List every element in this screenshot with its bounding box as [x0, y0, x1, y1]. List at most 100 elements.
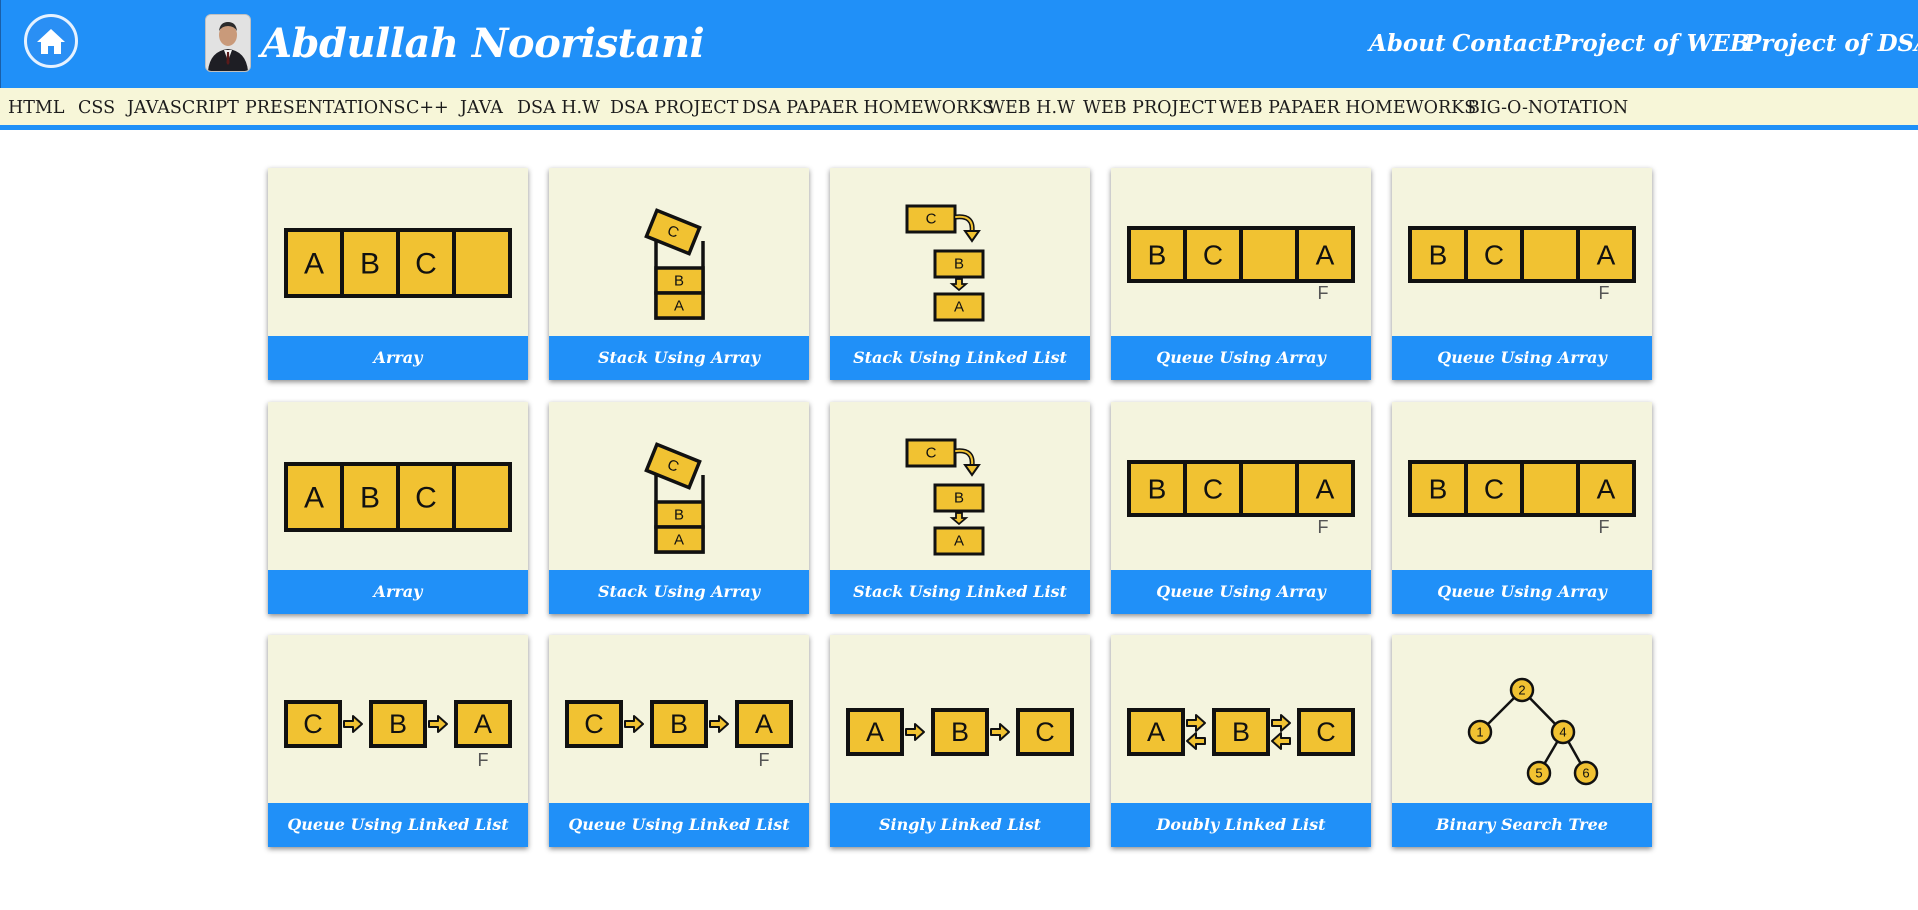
queue-cell-label: A [1597, 240, 1616, 271]
card-queue-using-array[interactable]: B C AF Queue Using Array [1111, 402, 1371, 614]
push-node-label: C [926, 211, 937, 228]
queue-cell [1239, 460, 1299, 517]
doubly-linked-diagram: A B C [1127, 708, 1355, 756]
list-node-label: B [1232, 717, 1250, 747]
subnav-web-hw[interactable]: WEB H.W [987, 98, 1075, 118]
array-cell-label: C [415, 248, 437, 281]
card-queue-using-array[interactable]: B C AF Queue Using Array [1111, 168, 1371, 380]
queue-array-diagram: B C AF [1127, 460, 1355, 537]
stack-cell-label: A [674, 298, 684, 315]
stack-linked-diagram: C B A [905, 204, 985, 322]
card-queue-using-array[interactable]: B C AF Queue Using Array [1392, 168, 1652, 380]
queue-cell-label: B [1148, 240, 1167, 271]
list-node-label: B [951, 717, 969, 747]
author-name[interactable]: Abdullah Nooristani [261, 16, 705, 72]
subnav-big-o-notation[interactable]: BIG-O-NOTATION [1467, 98, 1628, 118]
prev-arrow [1186, 732, 1206, 750]
array-cell-label: A [304, 482, 324, 515]
card-title: Stack Using Array [549, 570, 809, 614]
subnav-dsa-hw[interactable]: DSA H.W [517, 98, 600, 118]
subnav-dsa-paper-homeworks[interactable]: DSA PAPAER HOMEWORKS [742, 98, 994, 118]
subnav-web-project[interactable]: WEB PROJECT [1083, 98, 1216, 118]
stack-cell-label: B [674, 507, 684, 524]
link-arrow [343, 715, 363, 733]
stack-linked-diagram: C B A [905, 438, 985, 556]
queue-cell-label: C [1484, 240, 1504, 271]
array-cell-label: A [304, 248, 324, 281]
queue-cell-label: B [1429, 240, 1448, 271]
link-arrow [428, 715, 448, 733]
queue-array-diagram: B C AF [1408, 226, 1636, 303]
array-cell-label: C [415, 482, 437, 515]
front-marker: F [1599, 283, 1610, 303]
tree-node-label: 5 [1535, 766, 1542, 781]
card-queue-using-array[interactable]: B C AF Queue Using Array [1392, 402, 1652, 614]
card-queue-using-linked-list[interactable]: C B AF Queue Using Linked List [549, 635, 809, 847]
queue-linked-diagram: C B AF [565, 700, 793, 770]
card-queue-using-linked-list[interactable]: C B AF Queue Using Linked List [268, 635, 528, 847]
card-doubly-linked-list[interactable]: A B C Doubly Linked List [1111, 635, 1371, 847]
push-node-label: C [926, 445, 937, 462]
tree-node-label: 1 [1476, 725, 1483, 740]
subnav-java[interactable]: JAVA [460, 98, 503, 118]
nav-about[interactable]: About [1369, 26, 1446, 62]
front-marker: F [478, 750, 489, 770]
subnav-javascript[interactable]: JAVASCRIPT [127, 98, 239, 118]
subnav-dsa-project[interactable]: DSA PROJECT [610, 98, 738, 118]
list-node-label: A [866, 717, 884, 747]
card-stack-using-linked-list[interactable]: C B A Stack Using Linked List [830, 168, 1090, 380]
push-arrow-head [963, 464, 981, 477]
card-array[interactable]: A B C Array [268, 168, 528, 380]
queue-node-label: B [389, 709, 407, 739]
array-cell-label: B [360, 482, 380, 515]
card-title: Binary Search Tree [1392, 803, 1652, 847]
queue-cell-label: A [1316, 240, 1335, 271]
queue-cell-label: A [1597, 474, 1616, 505]
queue-linked-diagram: C B AF [284, 700, 512, 770]
card-array[interactable]: A B C Array [268, 402, 528, 614]
card-stack-using-array[interactable]: CBA Stack Using Array [549, 168, 809, 380]
nav-contact[interactable]: Contact [1452, 26, 1553, 62]
stack-array-diagram: CBA [644, 442, 705, 554]
queue-cell-label: A [1316, 474, 1335, 505]
subnav-web-paper-homeworks[interactable]: WEB PAPAER HOMEWORKS [1219, 98, 1476, 118]
queue-cell-label: C [1203, 474, 1223, 505]
prev-arrow [1271, 732, 1291, 750]
stack-cell-label: B [674, 273, 684, 290]
array-cell [452, 462, 512, 532]
card-title: Queue Using Array [1392, 570, 1652, 614]
list-node-label: C [1035, 717, 1055, 747]
site-header: Abdullah Nooristani About Contact Projec… [0, 0, 1918, 88]
card-title: Array [268, 570, 528, 614]
tree-node-label: 2 [1518, 683, 1525, 698]
stack-cell-label: A [674, 532, 684, 549]
next-arrow [990, 723, 1010, 741]
front-marker: F [1318, 283, 1329, 303]
subnav-html[interactable]: HTML [8, 98, 64, 118]
next-arrow [905, 723, 925, 741]
list-node-label: A [1147, 717, 1165, 747]
card-stack-using-array[interactable]: CBA Stack Using Array [549, 402, 809, 614]
card-title: Stack Using Linked List [830, 570, 1090, 614]
nav-project-web[interactable]: Project of WEB [1553, 26, 1749, 62]
home-button[interactable] [24, 14, 78, 68]
queue-node-label: A [474, 709, 492, 739]
link-arrow [949, 278, 969, 292]
front-marker: F [1599, 517, 1610, 537]
stack-node-label: B [954, 490, 964, 507]
card-singly-linked-list[interactable]: A B C Singly Linked List [830, 635, 1090, 847]
subnav-cpp[interactable]: C++ [406, 98, 449, 118]
subnav-css[interactable]: CSS [78, 98, 115, 118]
front-marker: F [1318, 517, 1329, 537]
array-cell-label: B [360, 248, 380, 281]
card-stack-using-linked-list[interactable]: C B A Stack Using Linked List [830, 402, 1090, 614]
card-title: Queue Using Array [1392, 336, 1652, 380]
singly-linked-diagram: A B C [846, 708, 1074, 756]
stack-node-label: B [954, 256, 964, 273]
home-icon [37, 29, 65, 54]
subnav-presentations[interactable]: PRESENTATIONS [245, 98, 405, 118]
queue-cell [1520, 460, 1580, 517]
nav-project-dsa[interactable]: Project of DSA [1744, 26, 1918, 62]
queue-node-label: B [670, 709, 688, 739]
card-binary-search-tree[interactable]: 2 1 4 5 6 Binary Search Tree [1392, 635, 1652, 847]
